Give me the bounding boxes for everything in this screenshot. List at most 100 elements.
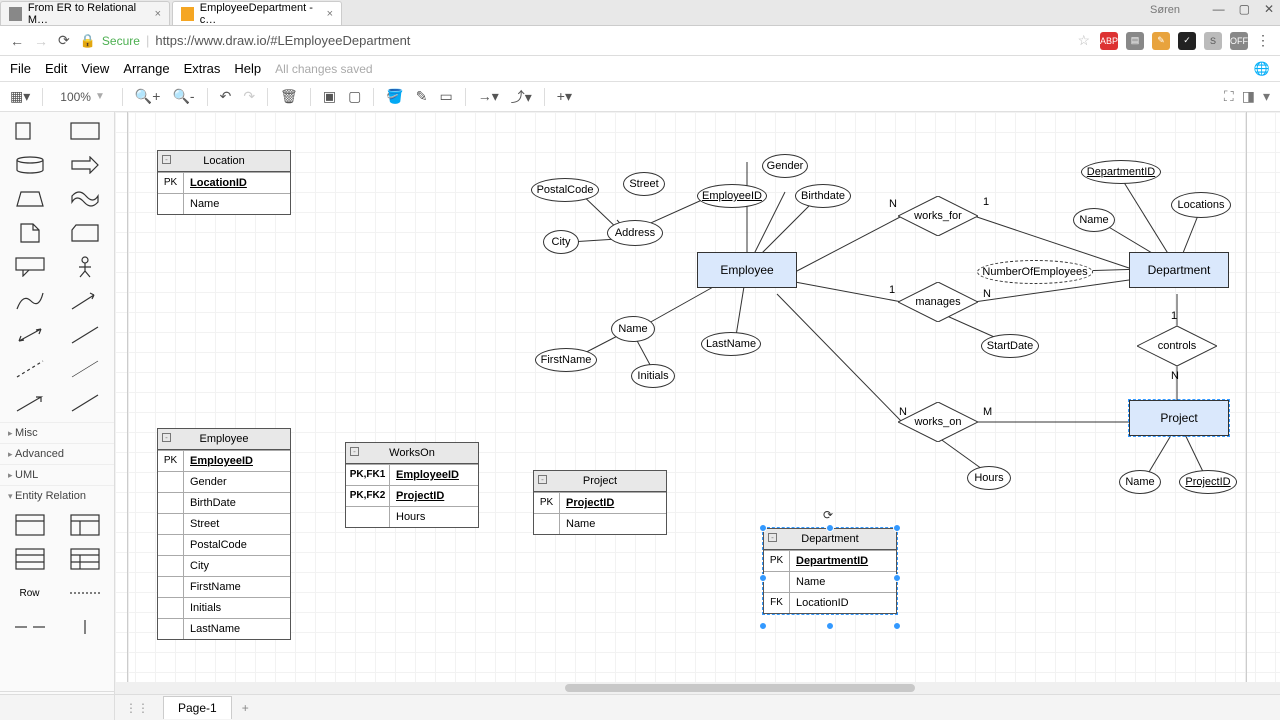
language-icon[interactable]: 🌐 bbox=[1254, 61, 1270, 77]
close-window-icon[interactable]: ✕ bbox=[1264, 2, 1274, 16]
resize-handle[interactable] bbox=[893, 574, 901, 582]
profile-name[interactable]: Søren bbox=[1150, 4, 1180, 16]
attr-name-proj[interactable]: Name bbox=[1119, 470, 1161, 494]
url-box[interactable]: 🔒 Secure | https://www.draw.io/#LEmploye… bbox=[80, 33, 1068, 49]
table-department[interactable]: -Department PKDepartmentID Name FKLocati… bbox=[763, 528, 897, 614]
chevron-down-icon[interactable]: ▾ bbox=[1263, 88, 1270, 105]
attr-projectid[interactable]: ProjectID bbox=[1179, 470, 1237, 494]
line-color-icon[interactable]: ✎ bbox=[416, 88, 428, 105]
entity-project[interactable]: Project bbox=[1129, 400, 1229, 436]
canvas[interactable]: Employee Department Project works_for ma… bbox=[115, 112, 1280, 720]
er-row-label[interactable]: Row bbox=[6, 580, 53, 606]
shape-arrow2-icon[interactable] bbox=[61, 288, 108, 314]
connection-icon[interactable]: →▾ bbox=[478, 88, 499, 105]
close-icon[interactable]: × bbox=[327, 8, 333, 20]
table-employee[interactable]: -Employee PKEmployeeID Gender BirthDate … bbox=[157, 428, 291, 640]
rel-works-for[interactable]: works_for bbox=[898, 196, 978, 236]
to-front-icon[interactable]: ▣ bbox=[323, 88, 336, 105]
shape-actor-icon[interactable] bbox=[61, 254, 108, 280]
shape-curve-icon[interactable] bbox=[6, 288, 53, 314]
er-row-icon[interactable] bbox=[61, 580, 108, 606]
reload-icon[interactable]: ⟳ bbox=[58, 32, 70, 49]
shape-rect-icon[interactable] bbox=[61, 118, 108, 144]
attr-departmentid[interactable]: DepartmentID bbox=[1081, 160, 1161, 184]
sidebar-section-er[interactable]: Entity Relation bbox=[0, 485, 114, 506]
ext-icon[interactable]: OFF bbox=[1230, 32, 1248, 50]
ext-icon[interactable]: ✓ bbox=[1178, 32, 1196, 50]
shape-wave-icon[interactable] bbox=[61, 186, 108, 212]
fill-color-icon[interactable]: 🪣 bbox=[386, 88, 403, 105]
attr-locations[interactable]: Locations bbox=[1171, 192, 1231, 218]
menu-edit[interactable]: Edit bbox=[45, 61, 67, 76]
menu-view[interactable]: View bbox=[81, 61, 109, 76]
grip-icon[interactable]: ⋮⋮ bbox=[115, 701, 159, 715]
shape-line-icon[interactable] bbox=[61, 322, 108, 348]
er-table2-icon[interactable] bbox=[61, 512, 108, 538]
resize-handle[interactable] bbox=[826, 524, 834, 532]
er-table3-icon[interactable] bbox=[6, 546, 53, 572]
add-page-button[interactable]: + bbox=[232, 697, 259, 719]
table-project[interactable]: -Project PKProjectID Name bbox=[533, 470, 667, 535]
menu-extras[interactable]: Extras bbox=[184, 61, 221, 76]
back-icon[interactable]: ← bbox=[10, 33, 24, 49]
attr-address[interactable]: Address bbox=[607, 220, 663, 246]
resize-handle[interactable] bbox=[759, 622, 767, 630]
entity-department[interactable]: Department bbox=[1129, 252, 1229, 288]
shadow-icon[interactable]: ▭ bbox=[439, 88, 452, 105]
attr-name-dept[interactable]: Name bbox=[1073, 208, 1115, 232]
attr-street[interactable]: Street bbox=[623, 172, 665, 196]
menu-arrange[interactable]: Arrange bbox=[123, 61, 169, 76]
attr-firstname[interactable]: FirstName bbox=[535, 348, 597, 372]
zoom-in-icon[interactable]: 🔍+ bbox=[135, 88, 161, 105]
rel-controls[interactable]: controls bbox=[1137, 326, 1217, 366]
attr-employeeid[interactable]: EmployeeID bbox=[697, 184, 767, 208]
attr-numemployees[interactable]: NumberOfEmployees bbox=[977, 260, 1093, 284]
sidebar-section-advanced[interactable]: Advanced bbox=[0, 443, 114, 464]
zoom-select[interactable]: 100%▼ bbox=[55, 87, 110, 107]
fullscreen-icon[interactable]: ⛶ bbox=[1224, 88, 1234, 105]
resize-handle[interactable] bbox=[826, 622, 834, 630]
add-icon[interactable]: +▾ bbox=[557, 88, 572, 105]
attr-initials[interactable]: Initials bbox=[631, 364, 675, 388]
attr-gender[interactable]: Gender bbox=[762, 154, 808, 178]
shape-thinline-icon[interactable] bbox=[61, 356, 108, 382]
sidebar-section-uml[interactable]: UML bbox=[0, 464, 114, 485]
attr-birthdate[interactable]: Birthdate bbox=[795, 184, 851, 208]
abp-icon[interactable]: ABP bbox=[1100, 32, 1118, 50]
table-workson[interactable]: -WorksOn PK,FK1EmployeeID PK,FK2ProjectI… bbox=[345, 442, 479, 528]
format-panel-icon[interactable]: ◨ bbox=[1242, 88, 1255, 105]
star-icon[interactable]: ☆ bbox=[1077, 32, 1090, 49]
close-icon[interactable]: × bbox=[155, 8, 161, 20]
shape-halfrect-icon[interactable] bbox=[6, 118, 53, 144]
browser-tab-active[interactable]: EmployeeDepartment - c… × bbox=[172, 1, 342, 25]
er-table4-icon[interactable] bbox=[61, 546, 108, 572]
shape-plainline-icon[interactable] bbox=[61, 390, 108, 416]
resize-handle[interactable] bbox=[893, 524, 901, 532]
delete-icon[interactable]: 🗑 bbox=[280, 88, 298, 105]
shape-dashline-icon[interactable] bbox=[6, 356, 53, 382]
rotate-handle-icon[interactable]: ⟳ bbox=[823, 508, 833, 522]
attr-name[interactable]: Name bbox=[611, 316, 655, 342]
browser-tab[interactable]: From ER to Relational M… × bbox=[0, 1, 170, 25]
attr-hours[interactable]: Hours bbox=[967, 466, 1011, 490]
shape-cylinder-icon[interactable] bbox=[6, 152, 53, 178]
zoom-out-icon[interactable]: 🔍- bbox=[172, 88, 194, 105]
shape-callout-icon[interactable] bbox=[6, 254, 53, 280]
attr-startdate[interactable]: StartDate bbox=[981, 334, 1039, 358]
resize-handle[interactable] bbox=[759, 524, 767, 532]
resize-handle[interactable] bbox=[759, 574, 767, 582]
maximize-icon[interactable]: ▢ bbox=[1239, 2, 1250, 16]
er-misc-icon[interactable] bbox=[6, 614, 53, 640]
rel-manages[interactable]: manages bbox=[898, 282, 978, 322]
rel-works-on[interactable]: works_on bbox=[898, 402, 978, 442]
er-misc2-icon[interactable] bbox=[61, 614, 108, 640]
to-back-icon[interactable]: ▢ bbox=[348, 88, 361, 105]
table-location[interactable]: -Location PKLocationID Name bbox=[157, 150, 291, 215]
page-tab[interactable]: Page-1 bbox=[163, 696, 232, 719]
ext-icon[interactable]: ✎ bbox=[1152, 32, 1170, 50]
resize-handle[interactable] bbox=[893, 622, 901, 630]
shape-page-icon[interactable] bbox=[6, 220, 53, 246]
attr-city[interactable]: City bbox=[543, 230, 579, 254]
minimize-icon[interactable]: — bbox=[1213, 2, 1225, 16]
undo-icon[interactable]: ↶ bbox=[220, 88, 232, 105]
